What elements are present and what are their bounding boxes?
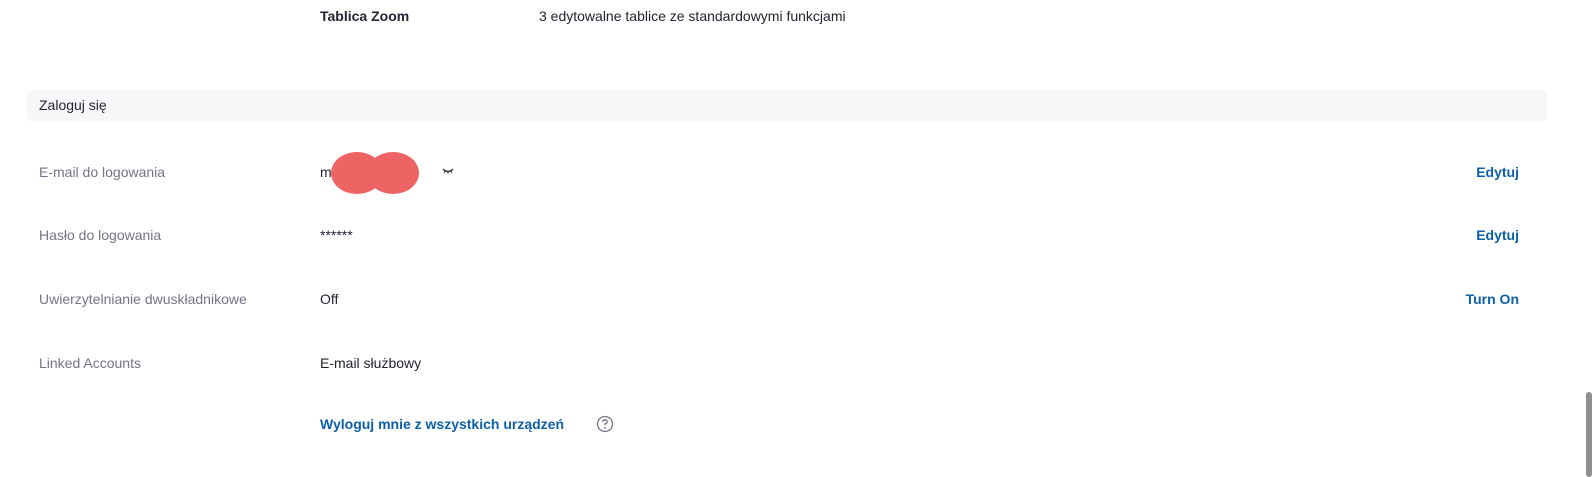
- signin-email-row: E-mail do logowania m Edytuj: [0, 152, 1560, 194]
- signin-password-label: Hasło do logowania: [39, 227, 162, 243]
- turn-on-two-factor-button[interactable]: Turn On: [1466, 291, 1519, 307]
- two-factor-status: Off: [320, 291, 339, 307]
- linked-accounts-row: Linked Accounts E-mail służbowy: [0, 355, 1560, 379]
- two-factor-row: Uwierzytelnianie dwuskładnikowe Off Turn…: [0, 291, 1560, 315]
- section-title: Zaloguj się: [39, 97, 107, 113]
- eye-closed-icon[interactable]: [442, 165, 454, 177]
- signin-password-value: ******: [320, 227, 353, 243]
- plan-feature-label: Tablica Zoom: [320, 8, 410, 24]
- help-circle-icon[interactable]: [596, 415, 614, 433]
- plan-feature-value: 3 edytowalne tablice ze standardowymi fu…: [539, 8, 846, 24]
- plan-feature-row: Tablica Zoom 3 edytowalne tablice ze sta…: [0, 8, 1560, 28]
- signin-section-header: Zaloguj się: [27, 90, 1547, 122]
- two-factor-label: Uwierzytelnianie dwuskładnikowe: [39, 291, 247, 307]
- signin-email-label: E-mail do logowania: [39, 164, 166, 180]
- settings-page: Tablica Zoom 3 edytowalne tablice ze sta…: [0, 0, 1595, 477]
- redaction-mark: [331, 152, 419, 194]
- scrollbar-thumb[interactable]: [1586, 392, 1592, 477]
- logout-all-devices-link[interactable]: Wyloguj mnie z wszystkich urządzeń: [320, 416, 564, 432]
- signin-password-row: Hasło do logowania ****** Edytuj: [0, 227, 1560, 251]
- email-visible-prefix: m: [320, 164, 332, 180]
- page-scrollbar[interactable]: [1583, 0, 1595, 477]
- linked-accounts-value: E-mail służbowy: [320, 355, 422, 371]
- linked-accounts-label: Linked Accounts: [39, 355, 141, 371]
- edit-password-button[interactable]: Edytuj: [1476, 227, 1519, 243]
- edit-email-button[interactable]: Edytuj: [1476, 164, 1519, 180]
